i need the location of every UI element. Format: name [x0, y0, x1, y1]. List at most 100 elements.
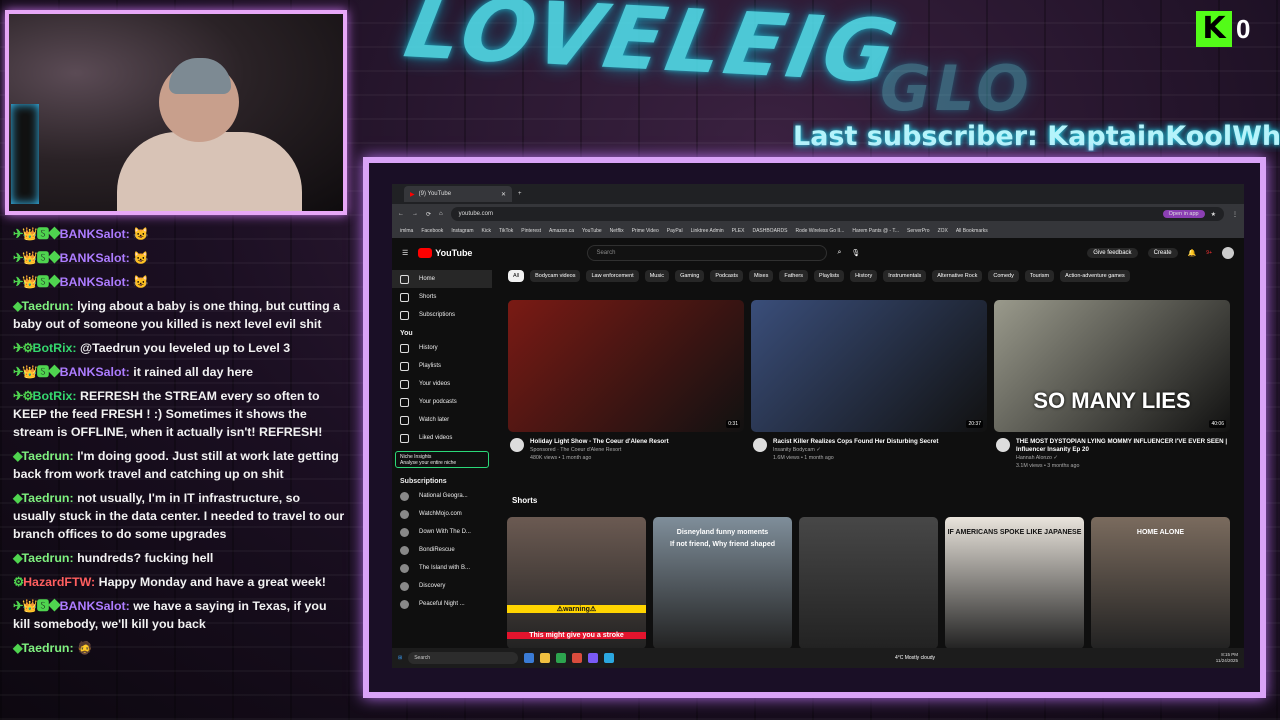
video-title[interactable]: Racist Killer Realizes Cops Found Her Di…	[751, 438, 987, 446]
sidebar-item[interactable]: Subscriptions	[392, 306, 492, 324]
menu-icon[interactable]: ☰	[402, 249, 408, 257]
channel-avatar[interactable]	[996, 438, 1010, 452]
sidebar-item[interactable]: Liked videos	[392, 429, 492, 447]
chat-username[interactable]: BANKSalot:	[60, 227, 130, 241]
video-channel[interactable]: Sponsored · The Coeur d'Alene Resort	[508, 446, 744, 454]
short-card[interactable]: IF AMERICANS SPOKE LIKE JAPANESE	[945, 517, 1084, 649]
chat-username[interactable]: Taedrun:	[22, 551, 74, 565]
filter-chip[interactable]: Music	[644, 270, 670, 282]
chat-username[interactable]: BANKSalot:	[60, 365, 130, 379]
back-icon[interactable]: ←	[398, 211, 404, 217]
account-avatar[interactable]	[1222, 247, 1234, 259]
video-card[interactable]: 0:31 Holiday Light Show - The Coeur d'Ale…	[508, 300, 744, 462]
bookmark-item[interactable]: Instagram	[451, 228, 473, 234]
chat-username[interactable]: Taedrun:	[22, 491, 74, 505]
bookmark-item[interactable]: ServerPro	[907, 228, 930, 234]
video-thumbnail[interactable]: 0:31	[508, 300, 744, 432]
sidebar-item[interactable]: Watch later	[392, 411, 492, 429]
short-card[interactable]: HOME ALONE	[1091, 517, 1230, 649]
filter-chip[interactable]: Fathers	[779, 270, 808, 282]
bookmark-item[interactable]: Linktree Admin	[691, 228, 724, 234]
subscription-item[interactable]: The Island with B...	[392, 559, 492, 577]
filter-chip[interactable]: Bodycam videos	[530, 270, 581, 282]
sidebar-item[interactable]: History	[392, 339, 492, 357]
create-button[interactable]: Create	[1147, 248, 1178, 258]
home-icon[interactable]: ⌂	[439, 211, 443, 217]
forward-icon[interactable]: →	[412, 211, 418, 217]
filter-chip[interactable]: History	[850, 270, 878, 282]
chat-username[interactable]: BANKSalot:	[60, 251, 130, 265]
bookmark-item[interactable]: Netflix	[610, 228, 624, 234]
filter-chip[interactable]: Podcasts	[710, 270, 743, 282]
niche-insights-button[interactable]: Niche Insights Analyse your entire niche	[395, 451, 489, 468]
search-input[interactable]: Search	[587, 245, 828, 261]
chat-username[interactable]: Taedrun:	[22, 641, 74, 655]
subscription-item[interactable]: Discovery	[392, 577, 492, 595]
subscription-item[interactable]: Down With The D...	[392, 523, 492, 541]
bookmark-item[interactable]: PayPal	[667, 228, 683, 234]
taskbar-app-icon[interactable]	[604, 653, 615, 663]
new-tab-icon[interactable]: +	[518, 191, 522, 197]
filter-chip[interactable]: Comedy	[988, 270, 1019, 282]
bookmark-item[interactable]: PLEX	[732, 228, 745, 234]
filter-chip[interactable]: Instrumentals	[883, 270, 927, 282]
tab-youtube[interactable]: ▶ (9) YouTube ✕	[404, 186, 512, 202]
sidebar-item[interactable]: Playlists	[392, 357, 492, 375]
sidebar-item[interactable]: Shorts	[392, 288, 492, 306]
filter-chip[interactable]: All	[508, 270, 525, 282]
bookmark-item[interactable]: ZOX	[938, 228, 948, 234]
taskbar-app-icon[interactable]	[588, 653, 599, 663]
windows-start-icon[interactable]: ⊞	[398, 655, 402, 661]
reload-icon[interactable]: ⟳	[426, 211, 431, 218]
bookmark-item[interactable]: TikTok	[499, 228, 513, 234]
subscription-item[interactable]: BondiRescue	[392, 541, 492, 559]
taskbar-search[interactable]: Search	[408, 652, 519, 664]
subscription-item[interactable]: Peaceful Night ...	[392, 595, 492, 613]
bookmark-item[interactable]: YouTube	[582, 228, 602, 234]
open-in-app-button[interactable]: Open in app	[1162, 210, 1205, 218]
chat-username[interactable]: Taedrun:	[22, 449, 74, 463]
filter-chip[interactable]: Playlists	[813, 270, 845, 282]
bookmark-item[interactable]: Facebook	[421, 228, 443, 234]
subscription-item[interactable]: National Geogra...	[392, 487, 492, 505]
video-title[interactable]: THE MOST DYSTOPIAN LYING MOMMY INFLUENCE…	[994, 438, 1230, 454]
bookmark-item[interactable]: Pinterest	[521, 228, 541, 234]
taskbar-app-icon[interactable]	[524, 653, 535, 663]
notifications-icon[interactable]: 🔔	[1188, 249, 1197, 257]
filter-chip[interactable]: Action-adventure games	[1060, 270, 1130, 282]
sidebar-section-you[interactable]: You	[392, 324, 492, 339]
filter-chip[interactable]: Tourism	[1024, 270, 1055, 282]
chat-username[interactable]: BotRix:	[33, 341, 77, 355]
taskbar-app-icon[interactable]	[556, 653, 567, 663]
filter-chip[interactable]: Gaming	[675, 270, 705, 282]
chat-username[interactable]: BANKSalot:	[60, 275, 130, 289]
filter-chip[interactable]: Alternative Rock	[932, 270, 983, 282]
taskbar-app-icon[interactable]	[572, 653, 583, 663]
sidebar-item[interactable]: Your podcasts	[392, 393, 492, 411]
chat-username[interactable]: BotRix:	[33, 389, 77, 403]
sidebar-item[interactable]: Home	[392, 270, 492, 288]
video-card[interactable]: SO MANY LIES 40:06 THE MOST DYSTOPIAN LYIN…	[994, 300, 1230, 470]
chat-username[interactable]: BANKSalot:	[60, 599, 130, 613]
weather-widget[interactable]: 4°C Mostly cloudy	[895, 655, 935, 661]
star-icon[interactable]: ★	[1211, 211, 1216, 218]
bookmark-item[interactable]: Rode Wireless Go II...	[795, 228, 844, 234]
bookmark-item[interactable]: Harem Pants @ - T...	[852, 228, 899, 234]
video-channel[interactable]: Insanity Bodycam ✓	[751, 446, 987, 454]
bookmark-item[interactable]: Prime Video	[632, 228, 659, 234]
bookmark-item[interactable]: Kick	[482, 228, 491, 234]
video-thumbnail[interactable]: SO MANY LIES 40:06	[994, 300, 1230, 432]
chat-username[interactable]: HazardFTW:	[23, 575, 95, 589]
mic-icon[interactable]: 🎙	[851, 249, 860, 257]
subscription-item[interactable]: WatchMojo.com	[392, 505, 492, 523]
bookmark-item[interactable]: Amazon.ca	[549, 228, 574, 234]
short-card[interactable]	[799, 517, 938, 649]
short-card[interactable]: Disneyland funny moments If not friend, W…	[653, 517, 792, 649]
give-feedback-button[interactable]: Give feedback	[1087, 248, 1138, 258]
sidebar-item[interactable]: Your videos	[392, 375, 492, 393]
close-tab-icon[interactable]: ✕	[501, 191, 506, 198]
video-channel[interactable]: Hannah Alonzo ✓	[994, 454, 1230, 462]
taskbar-app-icon[interactable]	[540, 653, 551, 663]
chat-username[interactable]: Taedrun:	[22, 299, 74, 313]
bookmark-item[interactable]: DASHBOARDS	[752, 228, 787, 234]
